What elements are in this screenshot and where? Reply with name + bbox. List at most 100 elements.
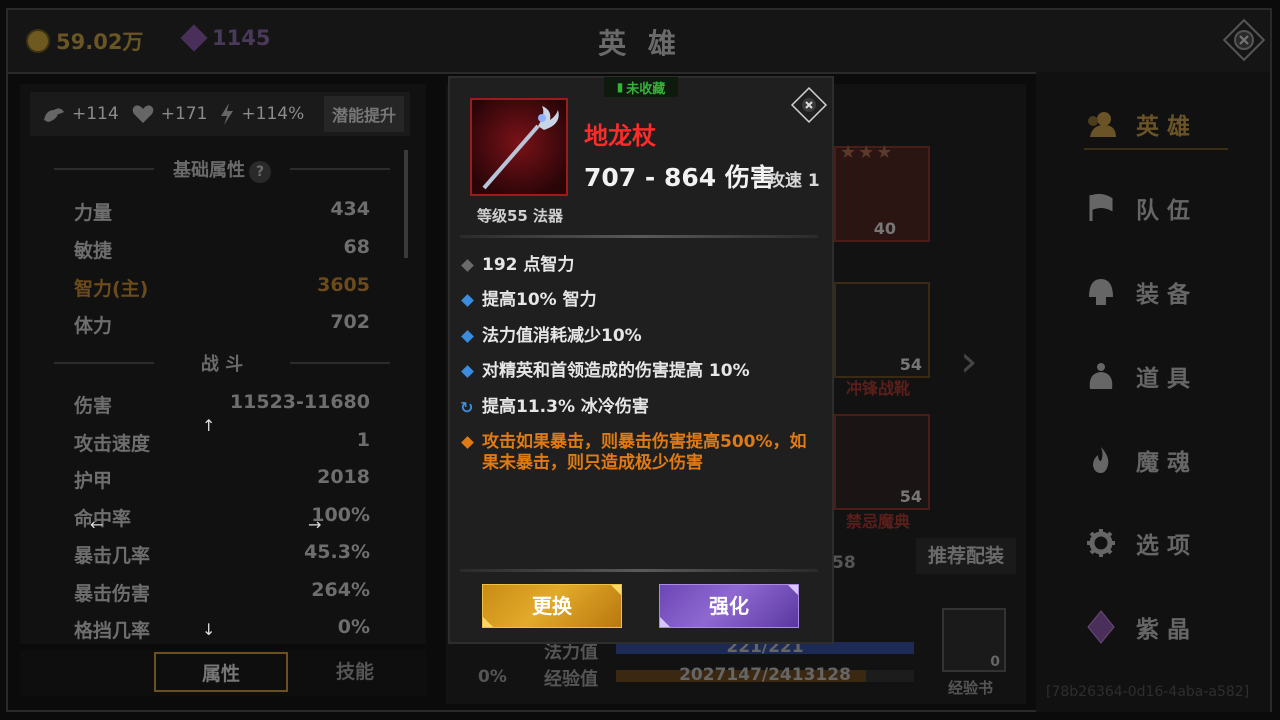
item-icon-frame: [470, 98, 568, 196]
stat-label: 力量: [74, 202, 113, 224]
stat-row-stamina: 体力 702: [74, 311, 370, 338]
upgrade-button[interactable]: 强化: [659, 584, 799, 628]
nav-amethyst[interactable]: 紫 晶: [1084, 603, 1228, 651]
recommended-gear-button[interactable]: 推荐配装: [916, 538, 1016, 574]
equipment-slot-boots[interactable]: 54: [834, 282, 930, 378]
stat-value: 11523-11680: [229, 391, 370, 413]
slot-level: 54: [899, 487, 922, 506]
bag-icon: [1089, 363, 1113, 389]
upgrade-label: 强化: [709, 594, 749, 618]
close-screen-button[interactable]: [1222, 18, 1266, 62]
stat-label: 攻击速度: [74, 433, 151, 455]
arrow-right-icon: →: [308, 515, 322, 534]
affix-magic: 提高10% 智力: [460, 290, 820, 311]
stat-row-block-chance: 格挡几率 0%: [74, 616, 370, 643]
stat-row-armor: 护甲 2018: [74, 466, 370, 493]
help-button[interactable]: ?: [249, 161, 271, 183]
stats-scrollbar[interactable]: [404, 150, 408, 258]
divider: [460, 569, 818, 572]
base-attributes-title: 基础属性: [173, 160, 245, 181]
page-title: 英 雄: [598, 27, 682, 60]
stat-row-intelligence: 智力(主) 3605: [74, 274, 370, 301]
gray-diamond-icon: [461, 259, 474, 272]
stat-row-attack-speed: 攻击速度 1: [74, 429, 370, 456]
chevron-right-icon[interactable]: ›: [960, 336, 978, 387]
bonus-stat-bar: +114 +171 +114% 潜能提升: [30, 92, 410, 136]
affix-cold: ↻ 提高11.3% 冰冷伤害: [460, 397, 820, 418]
stat-value: 3605: [317, 274, 370, 296]
percent-value: 0%: [478, 667, 507, 687]
staff-icon: [472, 100, 566, 194]
affix-text: 法力值消耗减少10%: [482, 326, 642, 346]
affix-legendary: 攻击如果暴击，则暴击伤害提高500%，如果未暴击，则只造成极少伤害: [460, 432, 820, 474]
affix-base: 192 点智力: [460, 255, 820, 276]
affix-magic: 法力值消耗减少10%: [460, 326, 820, 347]
speed-bonus-value: +114%: [241, 104, 305, 124]
corner-decoration: [660, 617, 670, 627]
partial-value: 58: [832, 553, 856, 573]
book-icon: ▮: [616, 80, 624, 94]
collection-badge: ▮ 未收藏: [604, 77, 678, 97]
exp-book-slot[interactable]: 0: [942, 608, 1006, 672]
nav-label: 魔 魂: [1136, 450, 1191, 476]
blue-diamond-icon: [461, 294, 474, 307]
swap-label: 更换: [532, 594, 572, 618]
stat-value: 2018: [317, 466, 370, 488]
helmet-icon: [1089, 279, 1113, 305]
tab-attributes[interactable]: 属性: [154, 652, 288, 692]
affix-text: 提高11.3% 冰冷伤害: [482, 397, 649, 417]
orange-diamond-icon: [461, 436, 474, 449]
health-bonus: +171: [131, 103, 207, 125]
nav-label: 装 备: [1136, 282, 1191, 308]
stat-label: 暴击几率: [74, 545, 151, 567]
arrow-up-icon: ↑: [202, 416, 216, 435]
stat-value: 0%: [337, 616, 370, 638]
affix-magic: 对精英和首领造成的伤害提高 10%: [460, 361, 820, 382]
lightning-icon: [221, 103, 234, 125]
base-attributes-heading: 基础属性?: [54, 156, 390, 183]
power-bonus: +114: [42, 104, 119, 124]
stat-row-agility: 敏捷 68: [74, 236, 370, 263]
exp-book-label: 经验书: [948, 679, 994, 697]
corner-decoration: [788, 585, 798, 595]
combat-heading: 战 斗: [54, 350, 390, 376]
stat-label: 智力(主): [74, 278, 149, 300]
flexed-arm-icon: [44, 108, 64, 122]
refresh-icon: ↻: [460, 398, 474, 417]
swap-button[interactable]: 更换: [482, 584, 622, 628]
equipment-slot-tome[interactable]: 54: [834, 414, 930, 510]
nav-label: 英 雄: [1136, 114, 1191, 140]
popup-close-button[interactable]: [790, 86, 828, 124]
stat-label: 格挡几率: [74, 620, 151, 642]
stat-label: 伤害: [74, 395, 113, 417]
divider: [460, 235, 818, 238]
nav-options[interactable]: 选 项: [1084, 519, 1228, 567]
blue-diamond-icon: [461, 365, 474, 378]
nav-equipment[interactable]: 装 备: [1084, 268, 1228, 316]
affix-text: 对精英和首领造成的伤害提高 10%: [482, 361, 750, 381]
nav-soul[interactable]: 魔 魂: [1084, 436, 1228, 484]
item-damage: 707 - 864 伤害: [584, 163, 775, 192]
flame-icon: [1093, 447, 1109, 473]
exp-value: 2027147/2413128: [679, 665, 851, 685]
stat-label: 敏捷: [74, 240, 113, 262]
nav-team[interactable]: 队 伍: [1084, 184, 1228, 232]
potential-upgrade-button[interactable]: 潜能提升: [323, 96, 404, 132]
exp-book-count: 0: [990, 654, 1000, 670]
stat-row-damage: 伤害 11523-11680: [74, 391, 370, 418]
item-level-type: 等级55 法器: [476, 207, 564, 225]
flag-icon: [1089, 193, 1113, 221]
slot-item-name: 禁忌魔典: [846, 512, 911, 531]
slot-level: 40: [873, 219, 896, 238]
nav-hero[interactable]: 英 雄: [1084, 100, 1228, 150]
close-icon: [790, 86, 828, 124]
nav-items[interactable]: 道 具: [1084, 352, 1228, 400]
tab-skills[interactable]: 技能: [288, 652, 422, 692]
stat-value: 434: [330, 198, 370, 220]
nav-label: 队 伍: [1136, 198, 1191, 224]
speed-bonus: +114%: [219, 102, 304, 126]
stat-value: 1: [356, 429, 370, 451]
equipment-slot-helm[interactable]: ★★★ 40: [834, 142, 930, 242]
corner-decoration: [611, 585, 621, 595]
stat-row-hit-rate: 命中率 100%: [74, 504, 370, 531]
